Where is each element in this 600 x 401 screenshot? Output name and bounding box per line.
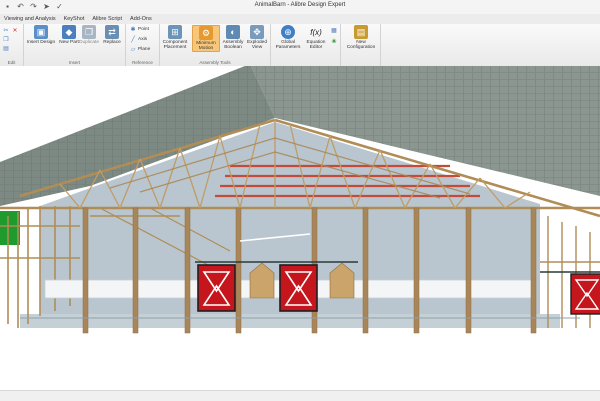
red-door-right[interactable] <box>570 273 600 315</box>
copy-button[interactable]: ❐ <box>3 36 9 43</box>
minimum-motion-button[interactable]: ⚙ Minimum Motion <box>192 25 220 53</box>
new-configuration-button[interactable]: ▤ New Configuration <box>346 25 376 50</box>
equation-editor-label: Equation Editor <box>306 40 326 51</box>
axis-icon: ╱ <box>131 36 135 43</box>
exploded-view-label: Exploded View <box>246 40 267 51</box>
equation-editor-button[interactable]: f(x) Equation Editor <box>301 25 331 51</box>
arrow-icon[interactable]: ➤ <box>41 1 52 12</box>
component-placement-icon: ⊞ <box>168 25 182 39</box>
check-icon[interactable]: ✓ <box>54 1 65 12</box>
exploded-view-icon: ✥ <box>250 25 264 39</box>
ribbon-group-configurations: ▤ New Configuration <box>341 24 381 66</box>
paste-icon: ▤ <box>3 45 9 52</box>
parameter-small-button-2[interactable]: ❀ <box>331 38 337 45</box>
plane-icon: ▱ <box>130 46 136 53</box>
redo-icon[interactable]: ↷ <box>28 1 39 12</box>
delete-icon: ✕ <box>12 27 18 34</box>
new-configuration-icon: ▤ <box>354 25 368 39</box>
group-label-reference: Reference <box>132 60 153 65</box>
minimum-motion-icon: ⚙ <box>199 26 213 40</box>
globe-icon: ⊕ <box>281 25 295 39</box>
duplicate-label: Duplicate <box>79 40 99 45</box>
group-label-assembly-tools: Assembly Tools <box>199 60 231 65</box>
ribbon: ✂ ❐ ▤ ✕ Edit ▣ Insert Design ◆ New Part … <box>0 24 600 67</box>
red-door-center[interactable] <box>279 264 318 312</box>
axis-label: Axis <box>138 36 148 42</box>
menu-add-ons[interactable]: Add-Ons <box>130 16 152 22</box>
global-parameters-button[interactable]: ⊕ Global Parameters <box>273 25 303 50</box>
group-label-insert: Insert <box>68 60 81 65</box>
floor <box>20 314 560 328</box>
window-title: AnimalBarn - Alibre Design Expert <box>254 2 346 8</box>
replace-button[interactable]: ⇄ Replace <box>97 25 127 45</box>
insert-design-button[interactable]: ▣ Insert Design <box>26 25 56 45</box>
paste-button[interactable]: ▤ <box>3 45 9 52</box>
menu-keyshot[interactable]: KeyShot <box>64 16 85 22</box>
assembly-boolean-icon: ◐ <box>226 25 240 39</box>
exploded-view-button[interactable]: ✥ Exploded View <box>242 25 272 50</box>
function-icon: f(x) <box>310 27 322 37</box>
ribbon-group-reference: ✱ Point ╱ Axis ▱ Plane Reference <box>126 24 160 66</box>
point-icon: ✱ <box>130 26 136 33</box>
component-placement-button[interactable]: ⊞ Component Placement <box>160 25 190 50</box>
menu-viewing-and-analysis[interactable]: Viewing and Analysis <box>4 16 56 22</box>
quick-access-toolbar: ▪ ↶ ↷ ➤ ✓ <box>2 1 65 13</box>
menu-bar: Viewing and Analysis KeyShot Alibre Scri… <box>0 14 600 24</box>
red-door-left[interactable] <box>197 264 236 312</box>
ribbon-group-parameters: ⊕ Global Parameters f(x) Equation Editor… <box>271 24 341 66</box>
undo-icon[interactable]: ↶ <box>15 1 26 12</box>
leaf-icon: ❀ <box>331 38 337 45</box>
save-icon[interactable]: ▪ <box>2 1 13 12</box>
title-bar: ▪ ↶ ↷ ➤ ✓ AnimalBarn - Alibre Design Exp… <box>0 0 600 15</box>
point-button[interactable]: ✱ Point <box>130 26 149 33</box>
status-bar <box>0 390 600 401</box>
ribbon-group-edit: ✂ ❐ ▤ ✕ Edit <box>0 24 24 66</box>
insert-design-icon: ▣ <box>34 25 48 39</box>
plane-button[interactable]: ▱ Plane <box>130 46 151 53</box>
menu-alibre-script[interactable]: Alibre Script <box>92 16 122 22</box>
parameter-small-button-1[interactable]: ▦ <box>331 27 337 34</box>
cut-button[interactable]: ✂ <box>3 27 9 34</box>
global-parameters-label: Global Parameters <box>275 40 301 51</box>
3d-viewport[interactable] <box>0 66 600 390</box>
new-configuration-label: New Configuration <box>346 40 376 51</box>
plane-label: Plane <box>138 46 151 52</box>
green-panel <box>0 211 20 245</box>
duplicate-icon: ❐ <box>82 25 96 39</box>
table-icon: ▦ <box>331 27 337 34</box>
replace-label: Replace <box>103 40 121 45</box>
minimum-motion-label: Minimum Motion <box>196 41 216 52</box>
axis-button[interactable]: ╱ Axis <box>130 36 148 43</box>
point-label: Point <box>138 26 149 32</box>
ribbon-group-assembly-tools: ⊞ Component Placement ⚙ Minimum Motion ◐… <box>160 24 271 66</box>
delete-button[interactable]: ✕ <box>12 27 18 34</box>
cut-icon: ✂ <box>3 27 9 34</box>
barn-model[interactable] <box>0 66 600 390</box>
copy-icon: ❐ <box>3 36 9 43</box>
component-placement-label: Component Placement <box>162 40 188 51</box>
insert-design-label: Insert Design <box>26 40 56 45</box>
group-label-edit: Edit <box>7 60 16 65</box>
replace-icon: ⇄ <box>105 25 119 39</box>
ribbon-group-insert: ▣ Insert Design ◆ New Part ❐ Duplicate ⇄… <box>24 24 126 66</box>
